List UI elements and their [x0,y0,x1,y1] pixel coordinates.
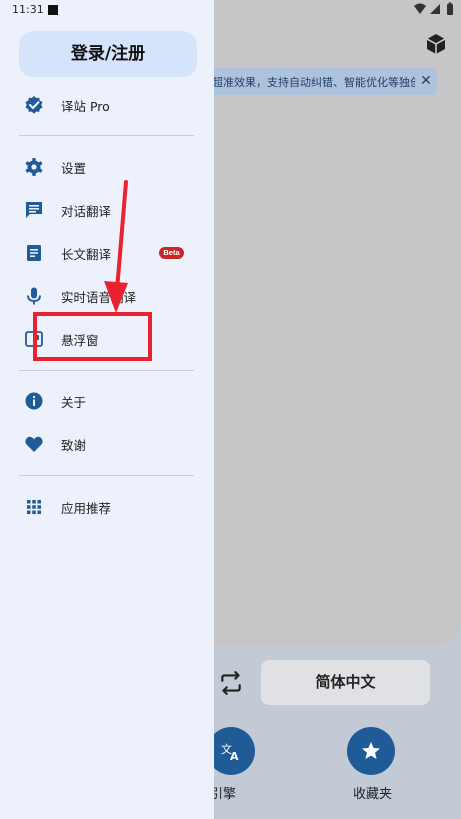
status-icons [414,2,453,15]
navigation-drawer: 11:31 登录/注册 译站 Pro 设置 对话翻译 长文翻译 Beta 实时语… [0,0,214,819]
swap-languages-icon[interactable] [218,670,244,696]
tip-banner: 超准效果，支持自动纠错、智能优化等独创 ✕ [198,68,437,95]
svg-text:A: A [230,750,239,763]
divider [19,475,194,476]
wifi-icon [414,3,426,14]
translate-icon: 文 A [221,742,239,763]
tip-text: 超准效果，支持自动纠错、智能优化等独创 [212,76,421,89]
drawer-item-label: 对话翻译 [61,204,112,219]
heart-icon [25,436,43,452]
battery-icon [447,4,453,15]
verified-badge-icon [25,96,43,114]
drawer-item-conversation[interactable]: 对话翻译 [0,190,214,230]
gear-icon [25,158,43,176]
drawer-item-app-recommend[interactable]: 应用推荐 [0,487,214,527]
engine-settings-button[interactable]: 文 A [207,727,255,775]
drawer-item-label: 设置 [61,161,87,176]
drawer-item-label: 译站 Pro [61,99,110,114]
info-icon [25,392,43,410]
drawer-item-floating-window[interactable]: 悬浮窗 [0,319,214,359]
divider [19,135,194,136]
drawer-item-label: 长文翻译 [61,247,112,262]
drawer-item-label: 实时语音翻译 [61,290,137,305]
divider [19,370,194,371]
microphone-icon [27,287,41,305]
chat-bubble-icon [26,202,42,218]
drawer-item-label: 致谢 [61,438,87,453]
beta-badge: Beta [159,247,184,259]
drawer-item-about[interactable]: 关于 [0,381,214,421]
close-icon[interactable]: ✕ [415,68,437,95]
target-language-button[interactable]: 简体中文 [261,660,430,705]
drawer-item-label: 应用推荐 [61,501,112,516]
favorites-button[interactable] [347,727,395,775]
status-time: 11:31 [12,3,44,16]
favorites-label: 收藏夹 [353,787,393,802]
drawer-item-pro[interactable]: 译站 Pro [0,85,214,125]
floating-window-icon [25,331,43,347]
grid-apps-icon [27,500,41,514]
signal-icon [430,4,440,14]
drawer-item-settings[interactable]: 设置 [0,147,214,187]
login-register-button[interactable]: 登录/注册 [19,31,197,77]
document-icon [27,245,41,261]
star-icon [362,742,380,759]
drawer-item-label: 悬浮窗 [61,333,99,348]
notification-icon [48,5,58,15]
drawer-item-label: 关于 [61,395,87,410]
cube-icon[interactable] [424,32,448,56]
drawer-item-live-voice[interactable]: 实时语音翻译 [0,276,214,316]
drawer-item-thanks[interactable]: 致谢 [0,424,214,464]
drawer-item-long-text[interactable]: 长文翻译 Beta [0,233,214,273]
